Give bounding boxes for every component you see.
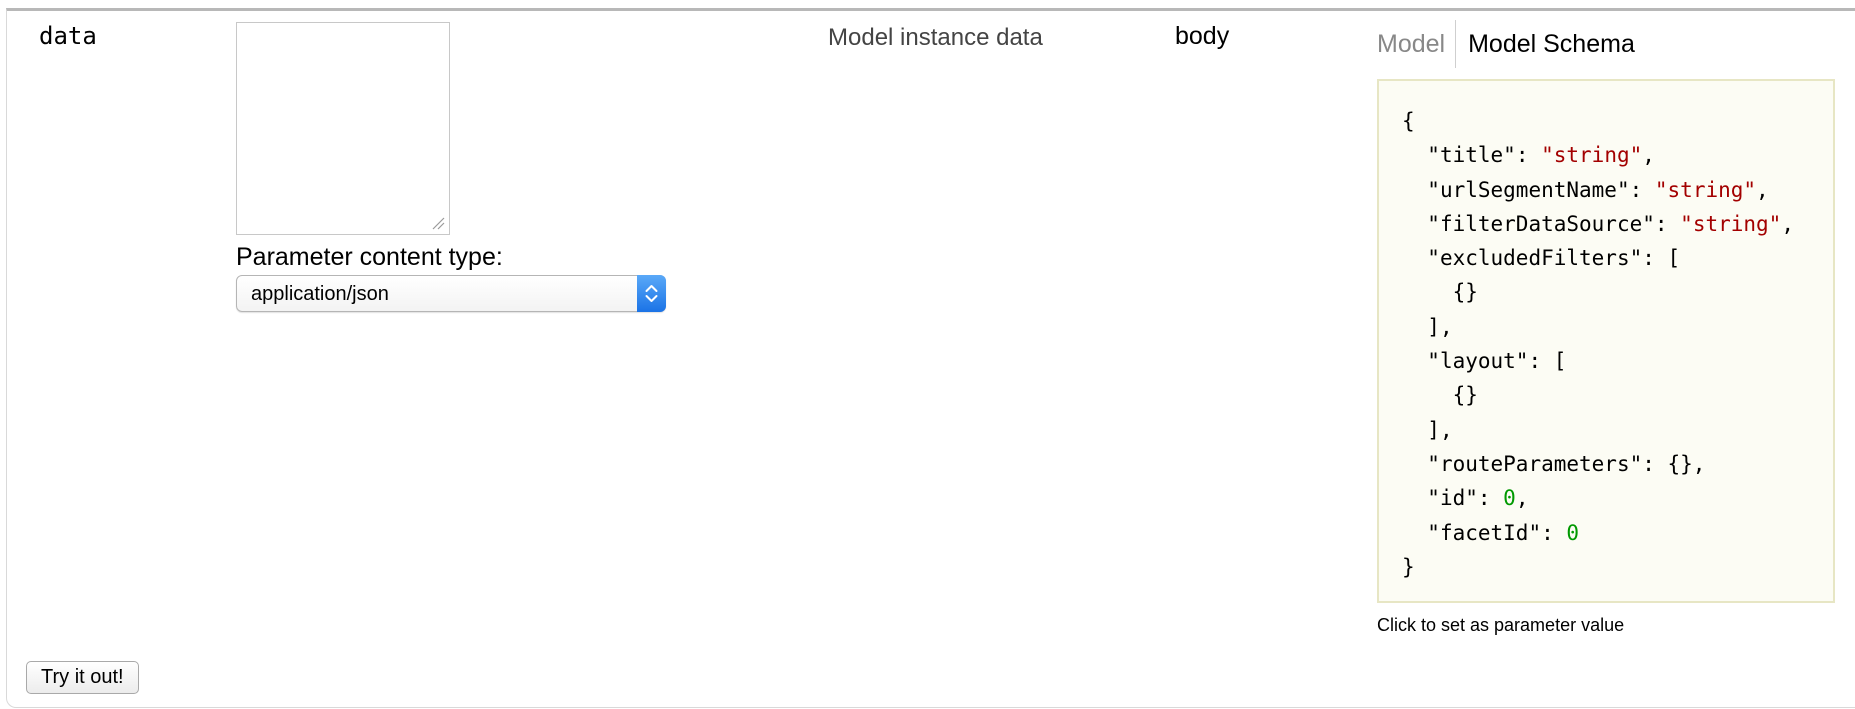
schema-string-value: "string": [1541, 143, 1643, 168]
schema-line: "routeParameters": {},: [1427, 451, 1706, 476]
parameter-type: body: [1175, 22, 1230, 50]
schema-line: "layout": [: [1427, 349, 1567, 374]
schema-line: "title": "string",: [1427, 143, 1655, 168]
content-type-label: Parameter content type:: [236, 243, 503, 271]
schema-key: "layout": [1427, 349, 1529, 374]
schema-string-value: "string": [1680, 211, 1782, 236]
schema-hint: Click to set as parameter value: [1377, 615, 1625, 635]
schema-line: ],: [1427, 417, 1453, 442]
schema-line: ],: [1427, 314, 1453, 339]
parameter-value-textarea[interactable]: [236, 22, 450, 235]
schema-key: "filterDataSource": [1427, 211, 1655, 236]
parameter-name: data: [39, 22, 97, 50]
model-schema-signature[interactable]: { "title": "string", "urlSegmentName": "…: [1377, 79, 1835, 603]
schema-key: "title": [1427, 143, 1516, 168]
schema-number-value: 0: [1503, 486, 1516, 511]
tab-model-schema[interactable]: Model Schema: [1456, 30, 1635, 59]
schema-key: "excludedFilters": [1427, 246, 1643, 271]
schema-line: "id": 0,: [1427, 486, 1529, 511]
resize-handle-icon[interactable]: [431, 216, 445, 230]
content-type-select[interactable]: application/json: [236, 275, 666, 312]
schema-json: { "title": "string", "urlSegmentName": "…: [1402, 104, 1794, 584]
schema-key: "urlSegmentName": [1427, 177, 1630, 202]
schema-line: "facetId": 0: [1427, 520, 1580, 545]
schema-key: "facetId": [1427, 520, 1542, 545]
schema-line: {}: [1452, 280, 1478, 305]
schema-line: "filterDataSource": "string",: [1427, 211, 1794, 236]
try-it-out-button[interactable]: Try it out!: [26, 661, 139, 694]
tab-model[interactable]: Model: [1377, 20, 1457, 68]
parameter-description: Model instance data: [828, 24, 1043, 51]
schema-line: {}: [1452, 383, 1478, 408]
schema-string-value: "string": [1654, 177, 1757, 202]
schema-line: "urlSegmentName": "string",: [1427, 177, 1769, 202]
schema-line: {: [1402, 109, 1415, 133]
schema-number-value: 0: [1566, 520, 1580, 545]
schema-line: }: [1402, 554, 1415, 579]
schema-line: "excludedFilters": [: [1427, 246, 1681, 271]
schema-tabs: Model Model Schema: [1377, 20, 1635, 68]
schema-key: "routeParameters": [1427, 451, 1643, 476]
select-arrows-icon: [637, 275, 666, 312]
content-type-selected-value: application/json: [251, 283, 389, 305]
schema-key: "id": [1427, 486, 1478, 511]
